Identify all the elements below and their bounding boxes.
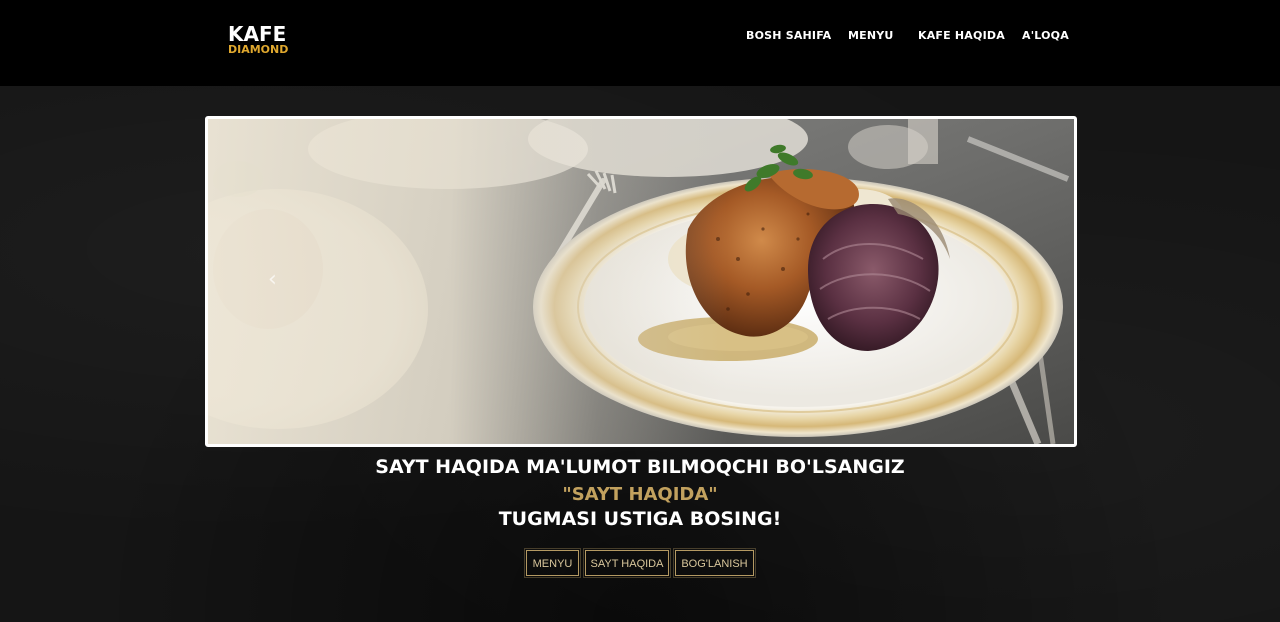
nav-item-menyu[interactable]: MENYU	[848, 29, 894, 42]
hero-line-1: SAYT HAQIDA MA'LUMOT BILMOQCHI BO'LSANGI…	[375, 456, 905, 478]
site-header: KAFE DIAMOND BOSH SAHIFA MENYU KAFE HAQI…	[0, 0, 1280, 86]
nav-item-kafe-haqida[interactable]: KAFE HAQIDA	[918, 29, 1005, 42]
nav-item-aloqa[interactable]: A'LOQA	[1022, 29, 1069, 42]
hero-line-3: TUGMASI USTIGA BOSING!	[498, 508, 782, 530]
image-slider[interactable]: ‹	[205, 116, 1077, 447]
hero-line-2: "SAYT HAQIDA"	[562, 484, 718, 505]
boglanish-button[interactable]: BOG'LANISH	[673, 548, 756, 578]
sayt-haqida-button[interactable]: SAYT HAQIDA	[583, 548, 671, 578]
main-nav: BOSH SAHIFA MENYU KAFE HAQIDA A'LOQA	[0, 29, 1280, 45]
menyu-button[interactable]: MENYU	[524, 548, 581, 578]
slide-image-food-plate	[208, 119, 1074, 444]
page: KAFE DIAMOND BOSH SAHIFA MENYU KAFE HAQI…	[0, 0, 1280, 622]
action-buttons: MENYU SAYT HAQIDA BOG'LANISH	[0, 548, 1280, 578]
nav-item-bosh-sahifa[interactable]: BOSH SAHIFA	[746, 29, 831, 42]
slider-prev-icon[interactable]: ‹	[268, 267, 277, 292]
